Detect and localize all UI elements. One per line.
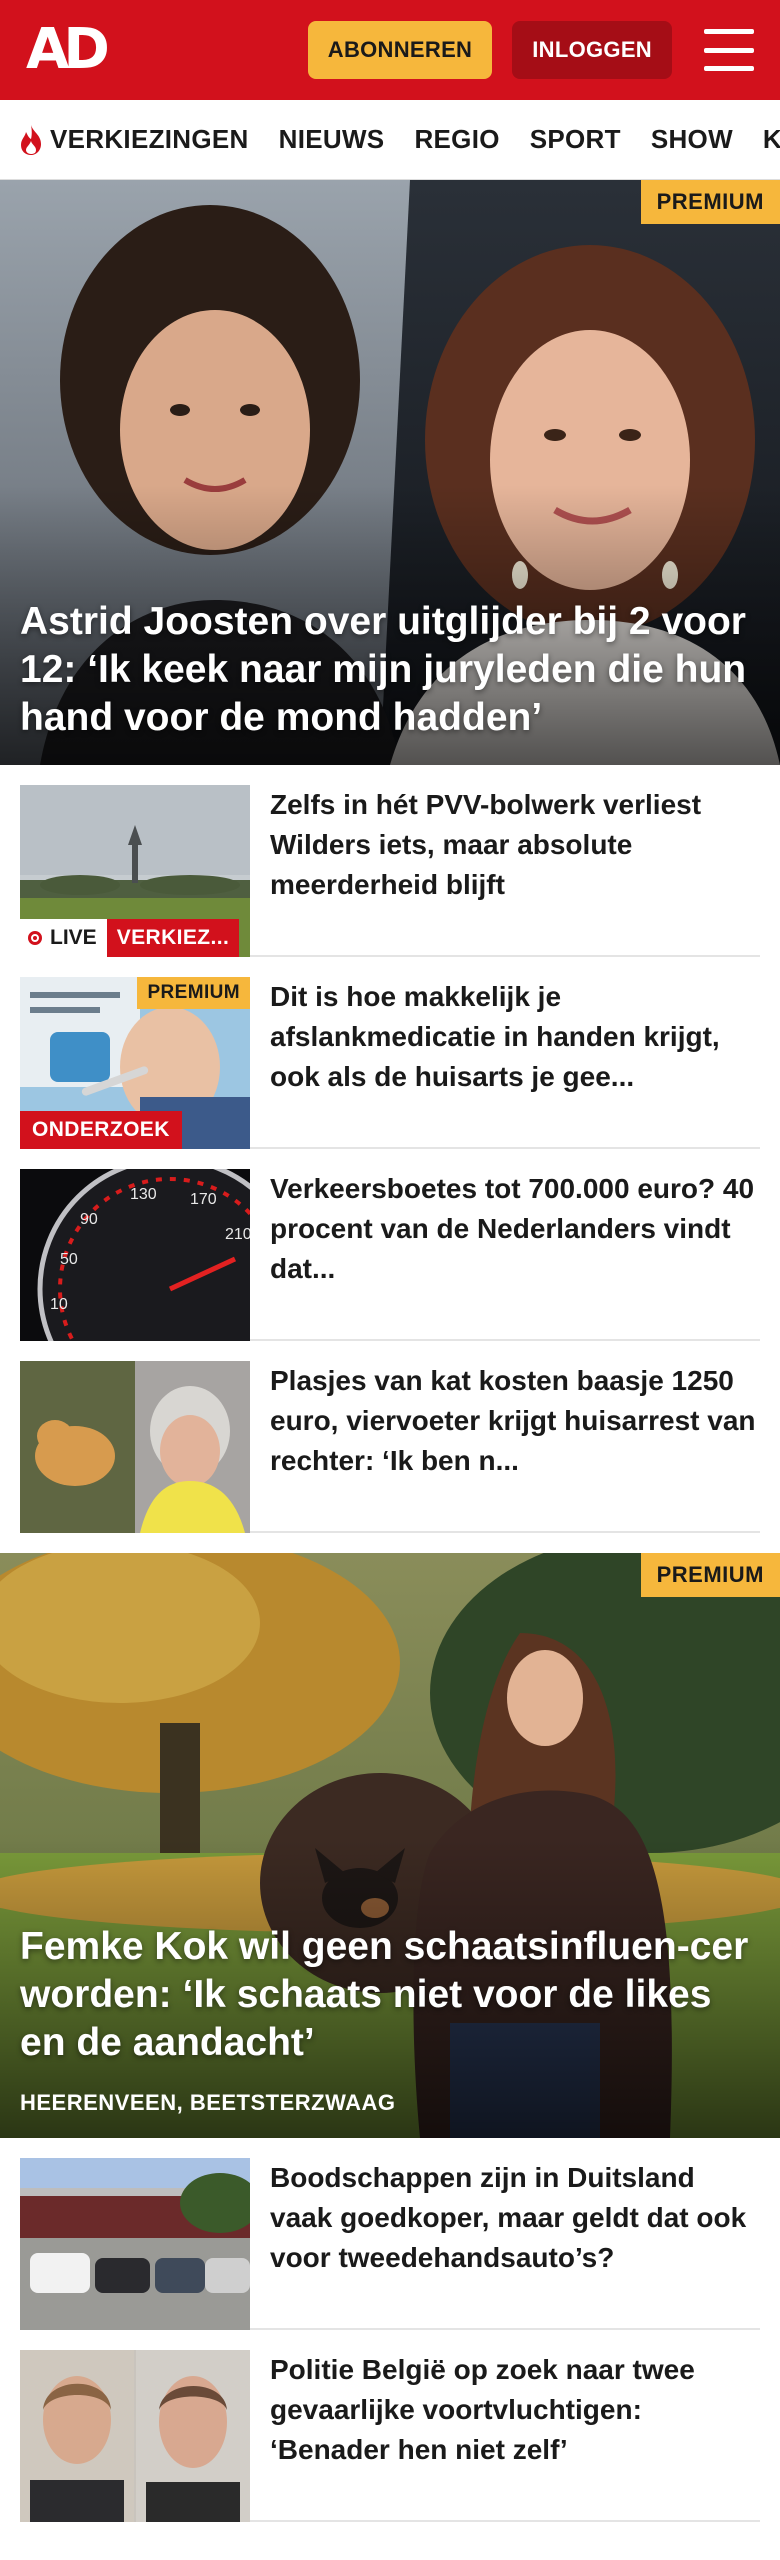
hero-title[interactable]: Astrid Joosten over uitglijder bij 2 voo… bbox=[20, 598, 760, 742]
article-item[interactable]: LIVE VERKIEZ... Zelfs in hét PVV-bolwerk… bbox=[20, 765, 760, 957]
svg-text:50: 50 bbox=[60, 1251, 78, 1268]
nav-item-sport[interactable]: SPORT bbox=[530, 124, 621, 155]
article-title[interactable]: Dit is hoe makkelijk je afslankmedicatie… bbox=[270, 977, 760, 1097]
live-label: LIVE VERKIEZ... bbox=[20, 919, 240, 957]
wanted-suspects-image bbox=[20, 2350, 250, 2522]
topic-label: VERKIEZ... bbox=[106, 919, 240, 957]
article-thumbnail: LIVE VERKIEZ... bbox=[20, 785, 250, 957]
premium-badge: PREMIUM bbox=[137, 977, 250, 1009]
menu-icon[interactable] bbox=[704, 29, 754, 71]
article-thumbnail bbox=[20, 2158, 250, 2330]
article-title[interactable]: Plasjes van kat kosten baasje 1250 euro,… bbox=[270, 1361, 760, 1481]
article-thumbnail: 50 90 130 170 210 10 bbox=[20, 1169, 250, 1341]
svg-text:210: 210 bbox=[225, 1226, 250, 1243]
article-thumbnail: PREMIUM ONDERZOEK bbox=[20, 977, 250, 1149]
section-label: ONDERZOEK bbox=[20, 1111, 182, 1149]
nav-item-regio[interactable]: REGIO bbox=[414, 124, 499, 155]
svg-text:90: 90 bbox=[80, 1211, 98, 1228]
article-item[interactable]: Plasjes van kat kosten baasje 1250 euro,… bbox=[20, 1341, 760, 1533]
nav-item-verkiezingen[interactable]: VERKIEZINGEN bbox=[16, 123, 249, 157]
svg-text:130: 130 bbox=[130, 1186, 157, 1203]
used-cars-image bbox=[20, 2158, 250, 2330]
cat-and-owner-image bbox=[20, 1361, 250, 1533]
location-label: HEERENVEEN, BEETSTERZWAAG bbox=[20, 2090, 396, 2115]
site-header: AD ABONNEREN INLOGGEN bbox=[0, 0, 780, 100]
article-title[interactable]: Boodschappen zijn in Duitsland vaak goed… bbox=[270, 2158, 760, 2278]
article-title[interactable]: Verkeersboetes tot 700.000 euro? 40 proc… bbox=[270, 1169, 760, 1289]
hero-title[interactable]: Femke Kok wil geen schaatsinfluen-cer wo… bbox=[20, 1923, 760, 2067]
ad-logo[interactable]: AD bbox=[26, 22, 110, 78]
subscribe-button[interactable]: ABONNEREN bbox=[307, 21, 493, 79]
article-title[interactable]: Politie België op zoek naar twee gevaarl… bbox=[270, 2350, 760, 2470]
hero-article-femke-kok[interactable]: PREMIUM Femke Kok wil geen schaatsinflue… bbox=[0, 1553, 780, 2138]
login-button[interactable]: INLOGGEN bbox=[512, 21, 672, 79]
hero-article-astrid-joosten[interactable]: PREMIUM Astrid Joosten over uitglijder b… bbox=[0, 180, 780, 765]
premium-badge: PREMIUM bbox=[640, 1553, 780, 1597]
section-nav: VERKIEZINGEN NIEUWS REGIO SPORT SHOW KIJ… bbox=[0, 100, 780, 180]
header-actions: ABONNEREN INLOGGEN bbox=[307, 21, 754, 79]
article-item[interactable]: PREMIUM ONDERZOEK Dit is hoe makkelijk j… bbox=[20, 957, 760, 1149]
svg-text:10: 10 bbox=[50, 1296, 68, 1313]
premium-badge: PREMIUM bbox=[640, 180, 780, 224]
nav-item-nieuws[interactable]: NIEUWS bbox=[279, 124, 385, 155]
speedometer-image: 50 90 130 170 210 10 bbox=[20, 1169, 250, 1341]
article-title[interactable]: Zelfs in hét PVV-bolwerk verliest Wilder… bbox=[270, 785, 760, 905]
flame-icon bbox=[21, 124, 41, 155]
article-item[interactable]: 50 90 130 170 210 10 Verkeersboetes tot … bbox=[20, 1149, 760, 1341]
article-thumbnail bbox=[20, 2350, 250, 2522]
live-dot-icon bbox=[28, 931, 42, 945]
article-item[interactable]: Boodschappen zijn in Duitsland vaak goed… bbox=[20, 2138, 760, 2330]
nav-item-label: VERKIEZINGEN bbox=[50, 124, 249, 154]
article-thumbnail bbox=[20, 1361, 250, 1533]
article-item[interactable]: Politie België op zoek naar twee gevaarl… bbox=[20, 2330, 760, 2522]
nav-item-show[interactable]: SHOW bbox=[651, 124, 733, 155]
nav-item-kijk[interactable]: KIJK bbox=[763, 124, 780, 155]
live-indicator: LIVE bbox=[20, 919, 107, 957]
svg-text:170: 170 bbox=[190, 1191, 217, 1208]
